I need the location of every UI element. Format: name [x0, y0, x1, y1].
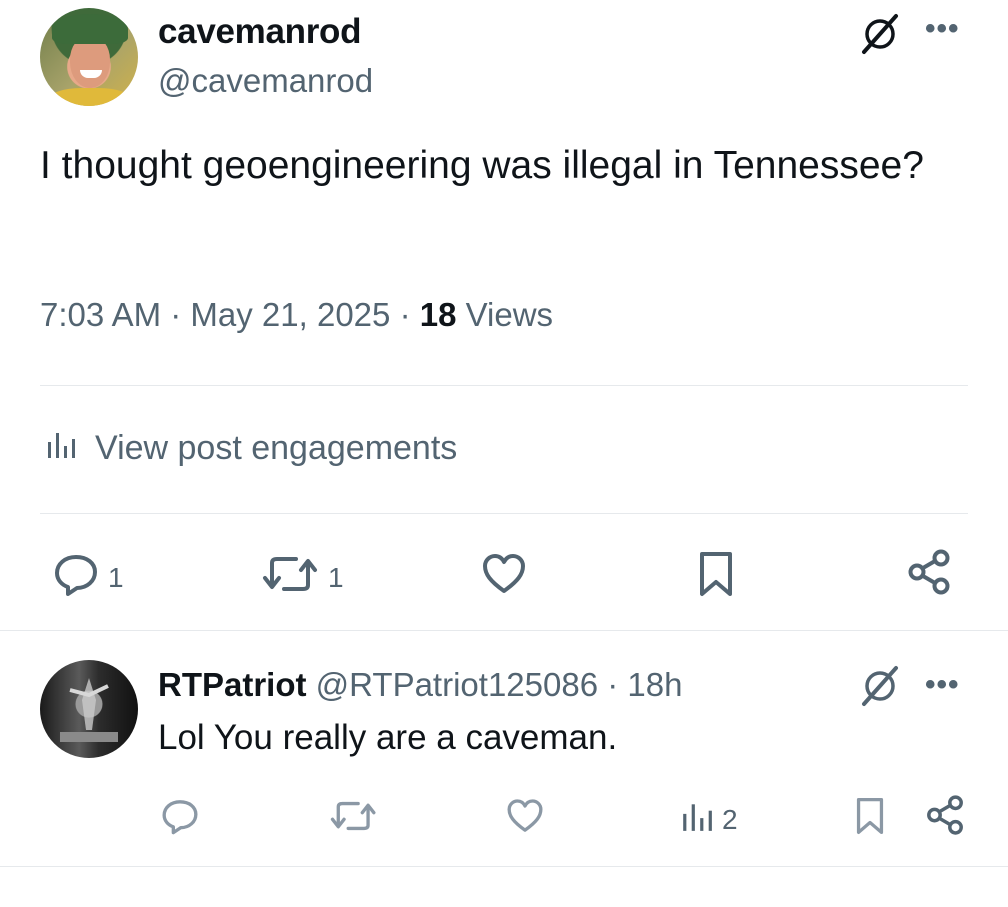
views-icon	[45, 428, 77, 469]
repost-icon	[330, 796, 378, 843]
reply-button[interactable]: 1	[52, 550, 124, 605]
repost-icon	[262, 550, 320, 605]
repost-button[interactable]: 1	[262, 550, 344, 605]
repost-button[interactable]	[330, 796, 378, 843]
divider	[0, 630, 1008, 631]
reply-button[interactable]	[160, 796, 200, 843]
avatar[interactable]	[40, 8, 138, 106]
divider	[40, 513, 968, 514]
meta-separator: ·	[170, 296, 191, 333]
reply-icon	[160, 796, 200, 843]
author-display-name[interactable]: cavemanrod	[158, 12, 362, 52]
bookmark-icon	[694, 550, 738, 605]
meta-separator: ·	[399, 296, 420, 333]
reply-author-display-name[interactable]: RTPatriot	[158, 666, 307, 703]
reply-avatar[interactable]	[40, 660, 138, 758]
views-icon	[680, 798, 714, 841]
tweet-text: I thought geoengineering was illegal in …	[40, 144, 924, 187]
share-icon	[905, 548, 953, 603]
reply-header: RTPatriot @RTPatriot125086 · 18h	[158, 666, 682, 704]
share-icon	[924, 794, 966, 843]
tweet-time: 7:03 AM	[40, 296, 162, 333]
like-button[interactable]	[480, 550, 528, 605]
bookmark-icon	[852, 796, 888, 843]
share-button[interactable]	[905, 548, 953, 603]
reply-icon	[52, 550, 100, 605]
tweet-meta: 7:03 AM · May 21, 2025 · 18 Views	[40, 296, 553, 334]
reply-text: Lol You really are a caveman.	[158, 718, 618, 757]
divider	[40, 385, 968, 386]
reply-count: 1	[108, 561, 124, 593]
more-icon[interactable]: •••	[925, 14, 960, 44]
grok-icon[interactable]	[858, 12, 902, 56]
views-label: Views	[465, 296, 554, 333]
heart-icon	[480, 550, 528, 605]
engagements-label: View post engagements	[95, 429, 458, 467]
like-button[interactable]	[505, 796, 545, 843]
grok-icon[interactable]	[858, 664, 902, 708]
bookmark-button[interactable]	[852, 796, 888, 843]
share-button[interactable]	[924, 794, 966, 843]
author-handle[interactable]: @cavemanrod	[158, 62, 373, 100]
meta-separator: ·	[607, 666, 628, 703]
reply-author-handle[interactable]: @RTPatriot125086	[316, 666, 598, 703]
views-count: 18	[419, 296, 457, 333]
bookmark-button[interactable]	[694, 550, 738, 605]
divider	[0, 866, 1008, 867]
view-engagements-button[interactable]: View post engagements	[45, 428, 457, 469]
reply-views-count: 2	[722, 803, 738, 835]
more-icon[interactable]: •••	[925, 670, 960, 700]
tweet-date[interactable]: May 21, 2025	[190, 296, 390, 333]
heart-icon	[505, 796, 545, 843]
repost-count: 1	[328, 561, 344, 593]
reply-age[interactable]: 18h	[627, 666, 682, 703]
views-button[interactable]: 2	[680, 798, 738, 841]
